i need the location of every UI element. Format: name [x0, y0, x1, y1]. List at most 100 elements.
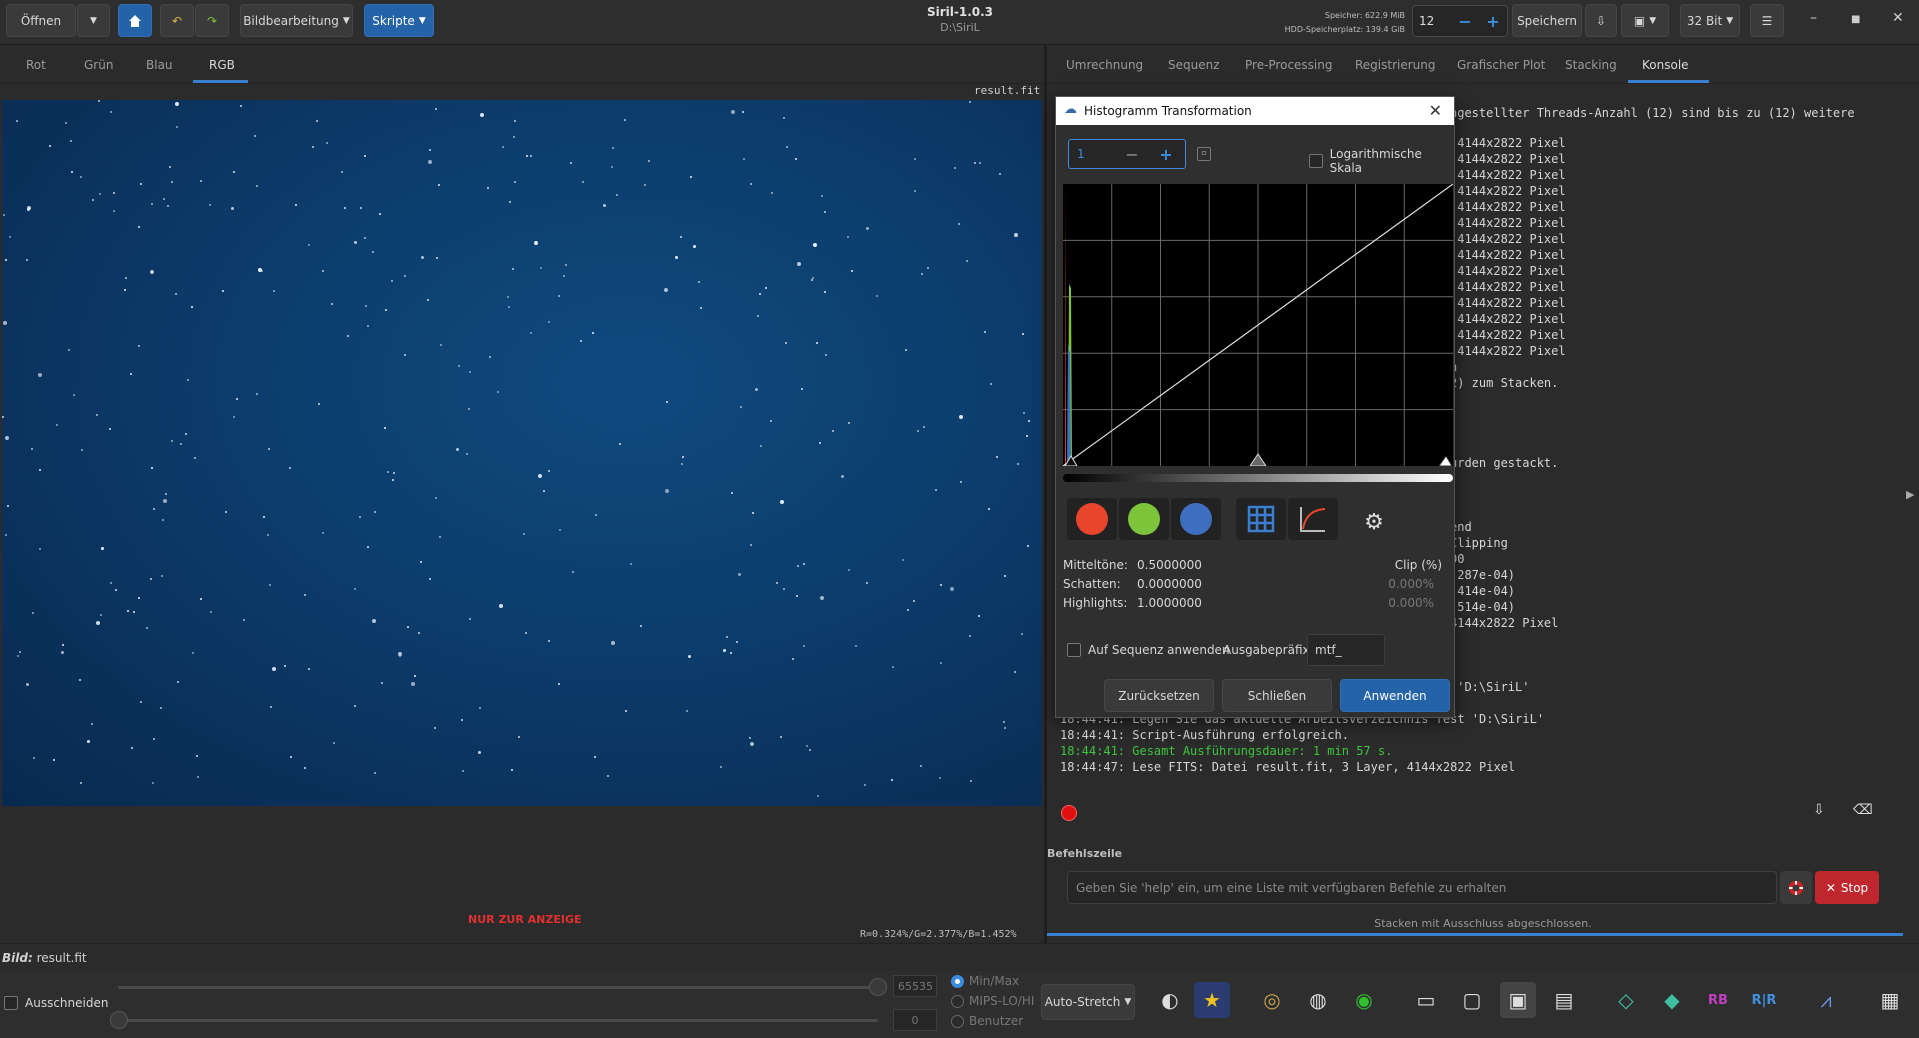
stop-button[interactable]: ✕ Stop — [1815, 871, 1879, 904]
snapshot-button[interactable]: ▣ ▼ — [1621, 4, 1669, 37]
tab-green[interactable]: Grün — [84, 58, 113, 72]
star — [49, 145, 51, 147]
highlights-value[interactable]: 1.0000000 — [1137, 596, 1202, 610]
main-menu-button[interactable]: ☰ — [1750, 4, 1784, 37]
chevron-right-icon[interactable]: ▶ — [1906, 488, 1914, 501]
high-value-field[interactable]: 65535 — [893, 975, 937, 997]
image-canvas[interactable] — [2, 100, 1042, 806]
rotate-icon: ◆ — [1664, 988, 1680, 1012]
star — [797, 565, 799, 567]
bit-depth-button[interactable]: 32 Bit ▼ — [1680, 4, 1740, 37]
plus-icon[interactable]: + — [1479, 12, 1507, 31]
red-channel-button[interactable] — [1067, 498, 1117, 540]
tab-registration[interactable]: Registrierung — [1355, 58, 1436, 72]
star — [428, 160, 432, 164]
image-processing-menu-button[interactable]: Bildbearbeitung ▼ — [240, 4, 353, 37]
open-button[interactable]: Öffnen — [6, 4, 76, 37]
scripts-menu-button[interactable]: Skripte ▼ — [364, 4, 434, 37]
command-input[interactable]: Geben Sie 'help' ein, um eine Liste mit … — [1067, 871, 1777, 904]
tab-red[interactable]: Rot — [26, 58, 46, 72]
redo-button[interactable]: ↷ — [195, 4, 229, 37]
rotate-left-button[interactable]: ◇ — [1608, 982, 1644, 1018]
rotate-right-button[interactable]: ◆ — [1654, 982, 1690, 1018]
tab-stacking[interactable]: Stacking — [1565, 58, 1617, 72]
radio-user[interactable]: Benutzer — [951, 1014, 1023, 1028]
save-as-button[interactable]: ⇩ — [1585, 4, 1617, 37]
tab-rgb[interactable]: RGB — [209, 58, 235, 72]
star — [243, 619, 245, 621]
star — [113, 210, 115, 212]
tab-conversion[interactable]: Umrechnung — [1066, 58, 1143, 72]
tab-preprocessing[interactable]: Pre-Processing — [1245, 58, 1333, 72]
tab-plot[interactable]: Grafischer Plot — [1457, 58, 1545, 72]
log-scale-checkbox[interactable]: Logarithmische Skala — [1309, 147, 1454, 175]
low-slider-handle[interactable] — [110, 1011, 128, 1029]
psf-button[interactable]: ◉ — [1346, 982, 1382, 1018]
star — [514, 120, 516, 122]
clear-log-icon[interactable]: ⌫ — [1853, 802, 1873, 818]
star — [138, 345, 140, 347]
save-log-icon[interactable]: ⇩ — [1813, 802, 1825, 818]
star — [489, 356, 491, 358]
crop-checkbox[interactable]: Ausschneiden — [4, 996, 108, 1010]
zoom-reset-icon[interactable]: ▫ — [1197, 147, 1211, 161]
star — [209, 204, 211, 206]
zoom-out-button[interactable]: ▭ — [1408, 982, 1444, 1018]
minus-icon[interactable]: − — [1451, 12, 1479, 31]
panel-separator[interactable] — [1044, 46, 1047, 943]
statistics-button[interactable]: ▦ — [1872, 982, 1908, 1018]
star-detect-button[interactable]: ★ — [1194, 982, 1230, 1018]
stretch-mode-select[interactable]: Auto-Stretch ▼ — [1041, 984, 1135, 1020]
low-value-field[interactable]: 0 — [893, 1009, 937, 1031]
photometry-button[interactable]: ◎ — [1254, 982, 1290, 1018]
open-dropdown-button[interactable]: ▼ — [77, 4, 110, 37]
rgb-compose-button[interactable]: RB — [1700, 982, 1736, 1018]
high-slider[interactable] — [118, 986, 878, 989]
save-button[interactable]: Speichern — [1512, 4, 1582, 37]
histogram-button[interactable]: ⩘ — [1808, 982, 1844, 1018]
low-slider[interactable] — [118, 1019, 878, 1022]
threads-stepper[interactable]: 12 − + — [1412, 5, 1508, 37]
record-icon[interactable] — [1061, 805, 1077, 821]
curve-toggle-button[interactable] — [1288, 498, 1338, 540]
mirror-button[interactable]: R|R — [1746, 982, 1782, 1018]
histogram-plot[interactable] — [1063, 184, 1453, 466]
highlights-clip: 0.000% — [1388, 596, 1434, 610]
close-icon[interactable]: ✕ — [1892, 10, 1904, 26]
close-button[interactable]: Schließen — [1222, 679, 1332, 712]
radio-minmax[interactable]: Min/Max — [951, 974, 1019, 988]
tab-console[interactable]: Konsole — [1642, 58, 1689, 72]
minus-icon[interactable]: − — [1115, 145, 1149, 164]
grid-toggle-button[interactable] — [1236, 498, 1286, 540]
minimize-icon[interactable]: – — [1810, 10, 1817, 26]
astrometry-button[interactable]: ◍ — [1300, 982, 1336, 1018]
midtones-value[interactable]: 0.5000000 — [1137, 558, 1202, 572]
star — [1021, 633, 1023, 635]
apply-sequence-checkbox[interactable]: Auf Sequenz anwenden — [1067, 643, 1230, 657]
star — [523, 533, 525, 535]
prefix-input[interactable]: mtf_ — [1307, 634, 1385, 666]
green-channel-button[interactable] — [1119, 498, 1169, 540]
apply-button[interactable]: Anwenden — [1340, 679, 1450, 712]
tab-sequence[interactable]: Sequenz — [1168, 58, 1220, 72]
zoom-fit-button[interactable]: ▣ — [1500, 982, 1536, 1018]
star — [80, 176, 82, 178]
maximize-icon[interactable]: ■ — [1851, 14, 1860, 25]
radio-mips[interactable]: MIPS-LO/HI — [951, 994, 1034, 1008]
star — [404, 275, 406, 277]
plus-icon[interactable]: + — [1149, 145, 1183, 164]
zoom-in-button[interactable]: ▢ — [1454, 982, 1490, 1018]
zoom-stepper[interactable]: 1 − + — [1068, 139, 1186, 169]
home-button[interactable] — [118, 4, 152, 37]
undo-button[interactable]: ↶ — [160, 4, 194, 37]
negative-view-button[interactable]: ◐ — [1152, 982, 1188, 1018]
shadows-value[interactable]: 0.0000000 — [1137, 577, 1202, 591]
zoom-one-button[interactable]: ▤ — [1546, 982, 1582, 1018]
auto-stretch-button[interactable]: ⚙ — [1356, 504, 1392, 540]
blue-channel-button[interactable] — [1171, 498, 1221, 540]
tab-blue[interactable]: Blau — [146, 58, 173, 72]
close-icon[interactable]: ✕ — [1429, 101, 1442, 120]
reset-button[interactable]: Zurücksetzen — [1104, 679, 1214, 712]
high-slider-handle[interactable] — [869, 978, 887, 996]
help-button[interactable] — [1780, 871, 1812, 904]
